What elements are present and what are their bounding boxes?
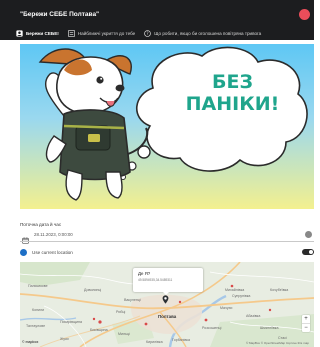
list-icon: [68, 29, 75, 37]
help-circle-icon: ?: [144, 29, 152, 37]
map-place-label: Шмигліївка: [260, 326, 279, 330]
map-place-label: Супрунівка: [232, 294, 251, 298]
map-place-label: Мильці: [118, 332, 130, 336]
map-place-label: Вакуленці: [124, 298, 141, 302]
popup-title: Де Я?: [138, 271, 151, 276]
tab-nearest-shelters[interactable]: Найближчі укриття до тебе: [68, 27, 135, 39]
zoom-out-button[interactable]: −: [302, 324, 310, 332]
map-place-label: Тахтаулове: [26, 324, 46, 328]
map-place-label: Горбанівка: [172, 338, 191, 342]
zoom-in-button[interactable]: +: [302, 315, 310, 323]
app-title: "Бережи СЕБЕ Полтава": [20, 11, 100, 18]
map-place-label: Михайлівка: [225, 288, 245, 292]
datetime-value: 28.11.2023, 0:00:00: [34, 232, 73, 237]
bubble-line-2: ПАНІКИ!: [185, 93, 280, 115]
use-location-toggle[interactable]: [302, 249, 314, 255]
tab-air-raid-help[interactable]: ? Що робити, якщо би оголошена повітряна…: [144, 27, 261, 39]
map-place-label: Абазівка: [246, 314, 261, 318]
close-icon[interactable]: [299, 9, 310, 20]
tab-label: Що робити, якщо би оголошена повітряна т…: [154, 30, 262, 36]
svg-text:?: ?: [147, 31, 149, 36]
datetime-label: Поточна дата й час: [20, 222, 62, 227]
map-place-label: Писарівщина: [60, 320, 83, 324]
use-location-label: Use current location: [32, 250, 73, 255]
mapbox-logo[interactable]: © mapbox: [22, 340, 38, 344]
field-underline: [20, 241, 314, 242]
tab-label: Бережи СЕБЕ!: [26, 30, 59, 36]
map-place-label: Пальчикове: [28, 284, 48, 288]
tab-bereji-sebe[interactable]: Бережи СЕБЕ!: [16, 27, 59, 39]
map[interactable]: Пальчикове Доволинці Михайлівка Супрунів…: [20, 262, 314, 347]
bubble-text: БЕЗ ПАНІКИ!: [175, 71, 290, 115]
bubble-line-1: БЕЗ: [212, 71, 253, 93]
map-place-label: Жуки: [60, 337, 69, 341]
map-place-label: Кирилівка: [146, 340, 163, 344]
location-pin-icon[interactable]: [162, 295, 169, 304]
tab-bar: Бережи СЕБЕ! Найближчі укриття до тебе ?…: [16, 27, 270, 39]
hero-banner: БЕЗ ПАНІКИ!: [20, 44, 314, 209]
map-place-label: Биківщина: [90, 328, 108, 332]
map-attribution[interactable]: © MapBox © OpenStreetMap Improve this ma…: [246, 341, 309, 345]
map-city-label: Полтава: [158, 314, 177, 319]
calendar-icon: [22, 231, 29, 244]
map-place-label: Копили: [32, 308, 45, 312]
map-place-label: Кочубеївка: [270, 288, 289, 292]
patron-dog-illustration: [38, 46, 308, 201]
location-radio-icon[interactable]: [20, 249, 27, 256]
datetime-field[interactable]: 28.11.2023, 0:00:00: [20, 229, 314, 244]
tab-label: Найближчі укриття до тебе: [77, 30, 136, 36]
location-popup: Де Я? 49.5894935,34.5489311: [133, 268, 203, 295]
popup-coordinates: 49.5894935,34.5489311: [138, 278, 173, 282]
map-place-label: Мачухи: [220, 306, 233, 310]
map-place-label: Розсошенці: [202, 326, 222, 330]
clear-icon[interactable]: [305, 231, 312, 238]
map-place-label: Доволинці: [84, 288, 102, 292]
zoom-controls: + −: [302, 315, 310, 332]
app-bar: "Бережи СЕБЕ Полтава" Бережи СЕБЕ! Найбл…: [0, 0, 314, 40]
map-place-label: Стасі: [278, 336, 287, 340]
account-box-icon: [16, 29, 23, 37]
map-place-label: Рибці: [116, 310, 126, 314]
use-location-row: Use current location: [20, 248, 314, 258]
